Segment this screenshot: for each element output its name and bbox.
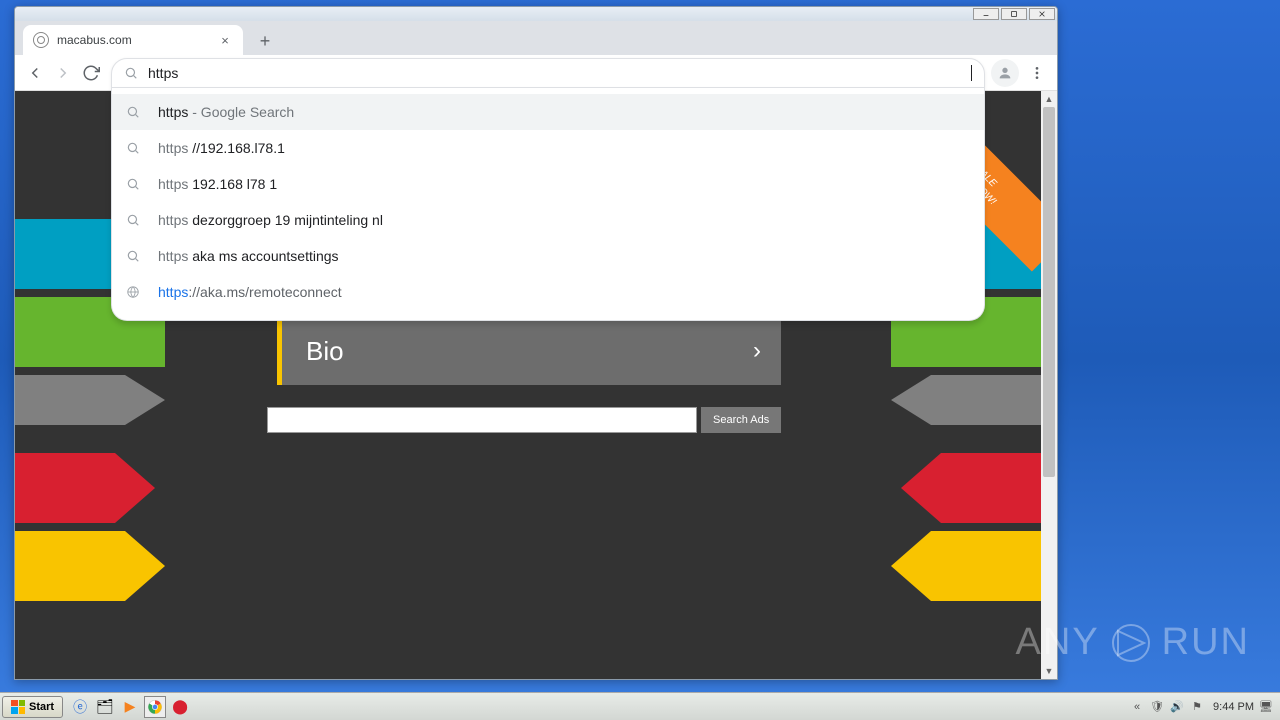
- bio-label: Bio: [306, 336, 753, 367]
- media-player-icon[interactable]: ▶: [119, 696, 141, 718]
- text-caret: [971, 65, 972, 81]
- tray-shield-icon[interactable]: 🛡: [1149, 699, 1165, 715]
- address-bar[interactable]: https: [111, 58, 985, 88]
- suggestion-item[interactable]: https - Google Search: [112, 94, 984, 130]
- decorative-shape: [15, 531, 165, 601]
- anyrun-watermark: ANY RUN: [1016, 621, 1250, 664]
- play-icon: [1106, 623, 1156, 663]
- search-icon: [126, 105, 140, 119]
- close-tab-icon[interactable]: ×: [217, 32, 233, 48]
- search-icon: [124, 66, 138, 80]
- suggestion-item[interactable]: https 192.168 l78 1: [112, 166, 984, 202]
- suggestion-text: https://aka.ms/remoteconnect: [158, 284, 342, 300]
- search-icon: [126, 141, 140, 155]
- reload-button[interactable]: [77, 59, 105, 87]
- new-tab-button[interactable]: +: [251, 27, 279, 55]
- suggestion-text: https dezorggroep 19 mijntinteling nl: [158, 212, 383, 228]
- system-tray: « 🛡 🔊 ⚑ 9:44 PM 🖥: [1129, 699, 1280, 715]
- close-window-button[interactable]: [1029, 8, 1055, 20]
- decorative-shape: [15, 375, 165, 425]
- globe-icon: [33, 32, 49, 48]
- suggestion-text: https aka ms accountsettings: [158, 248, 339, 264]
- tray-flag-icon[interactable]: ⚑: [1189, 699, 1205, 715]
- profile-button[interactable]: [991, 59, 1019, 87]
- decorative-shape: [891, 453, 1041, 523]
- opera-icon[interactable]: ⬤: [169, 696, 191, 718]
- browser-toolbar: https https - Google Search https //192.…: [15, 55, 1057, 91]
- search-icon: [126, 177, 140, 191]
- back-button[interactable]: [21, 59, 49, 87]
- search-ads-button[interactable]: Search Ads: [701, 407, 781, 433]
- start-button[interactable]: Start: [2, 696, 63, 718]
- window-titlebar: [15, 7, 1057, 21]
- suggestion-item[interactable]: https://aka.ms/remoteconnect: [112, 274, 984, 310]
- globe-icon: [126, 285, 140, 299]
- tray-volume-icon[interactable]: 🔊: [1169, 699, 1185, 715]
- bio-category-button[interactable]: Bio ›: [277, 317, 781, 385]
- tray-expand-icon[interactable]: «: [1129, 699, 1145, 715]
- scrollbar-thumb[interactable]: [1043, 107, 1055, 477]
- decorative-shape: [891, 375, 1041, 425]
- scroll-down-arrow[interactable]: ▼: [1041, 663, 1057, 679]
- forward-button[interactable]: [49, 59, 77, 87]
- omnibox-input[interactable]: https: [148, 65, 971, 81]
- search-icon: [126, 249, 140, 263]
- suggestion-text: https //192.168.l78.1: [158, 140, 285, 156]
- suggestion-item[interactable]: https //192.168.l78.1: [112, 130, 984, 166]
- decorative-shape: [15, 453, 165, 523]
- tray-desktop-icon[interactable]: 🖥: [1258, 699, 1274, 715]
- search-ads-row: Search Ads: [267, 407, 781, 433]
- chrome-icon[interactable]: [144, 696, 166, 718]
- taskbar-apps: ⓔ 🗂 ▶ ⬤: [69, 696, 191, 718]
- chevron-right-icon: ›: [753, 337, 761, 365]
- start-label: Start: [29, 701, 54, 713]
- suggestion-item[interactable]: https dezorggroep 19 mijntinteling nl: [112, 202, 984, 238]
- tray-clock[interactable]: 9:44 PM: [1213, 701, 1254, 713]
- windows-logo-icon: [11, 700, 25, 714]
- explorer-icon[interactable]: 🗂: [94, 696, 116, 718]
- scroll-up-arrow[interactable]: ▲: [1041, 91, 1057, 107]
- search-ads-input[interactable]: [267, 407, 697, 433]
- suggestion-text: https 192.168 l78 1: [158, 176, 277, 192]
- omnibox-container: https https - Google Search https //192.…: [111, 58, 985, 88]
- ie-icon[interactable]: ⓔ: [69, 696, 91, 718]
- minimize-button[interactable]: [973, 8, 999, 20]
- maximize-button[interactable]: [1001, 8, 1027, 20]
- tab-strip: macabus.com × +: [15, 21, 1057, 55]
- vertical-scrollbar[interactable]: ▲ ▼: [1041, 91, 1057, 679]
- suggestion-item[interactable]: https aka ms accountsettings: [112, 238, 984, 274]
- chrome-menu-button[interactable]: [1023, 59, 1051, 87]
- taskbar: Start ⓔ 🗂 ▶ ⬤ « 🛡 🔊 ⚑ 9:44 PM 🖥: [0, 692, 1280, 720]
- decorative-shape: [891, 531, 1041, 601]
- search-icon: [126, 213, 140, 227]
- omnibox-suggestions: https - Google Search https //192.168.l7…: [111, 88, 985, 321]
- suggestion-text: https - Google Search: [158, 104, 294, 120]
- browser-window: macabus.com × + https https - Google Sea…: [14, 6, 1058, 680]
- browser-tab[interactable]: macabus.com ×: [23, 25, 243, 55]
- tab-title: macabus.com: [57, 33, 217, 47]
